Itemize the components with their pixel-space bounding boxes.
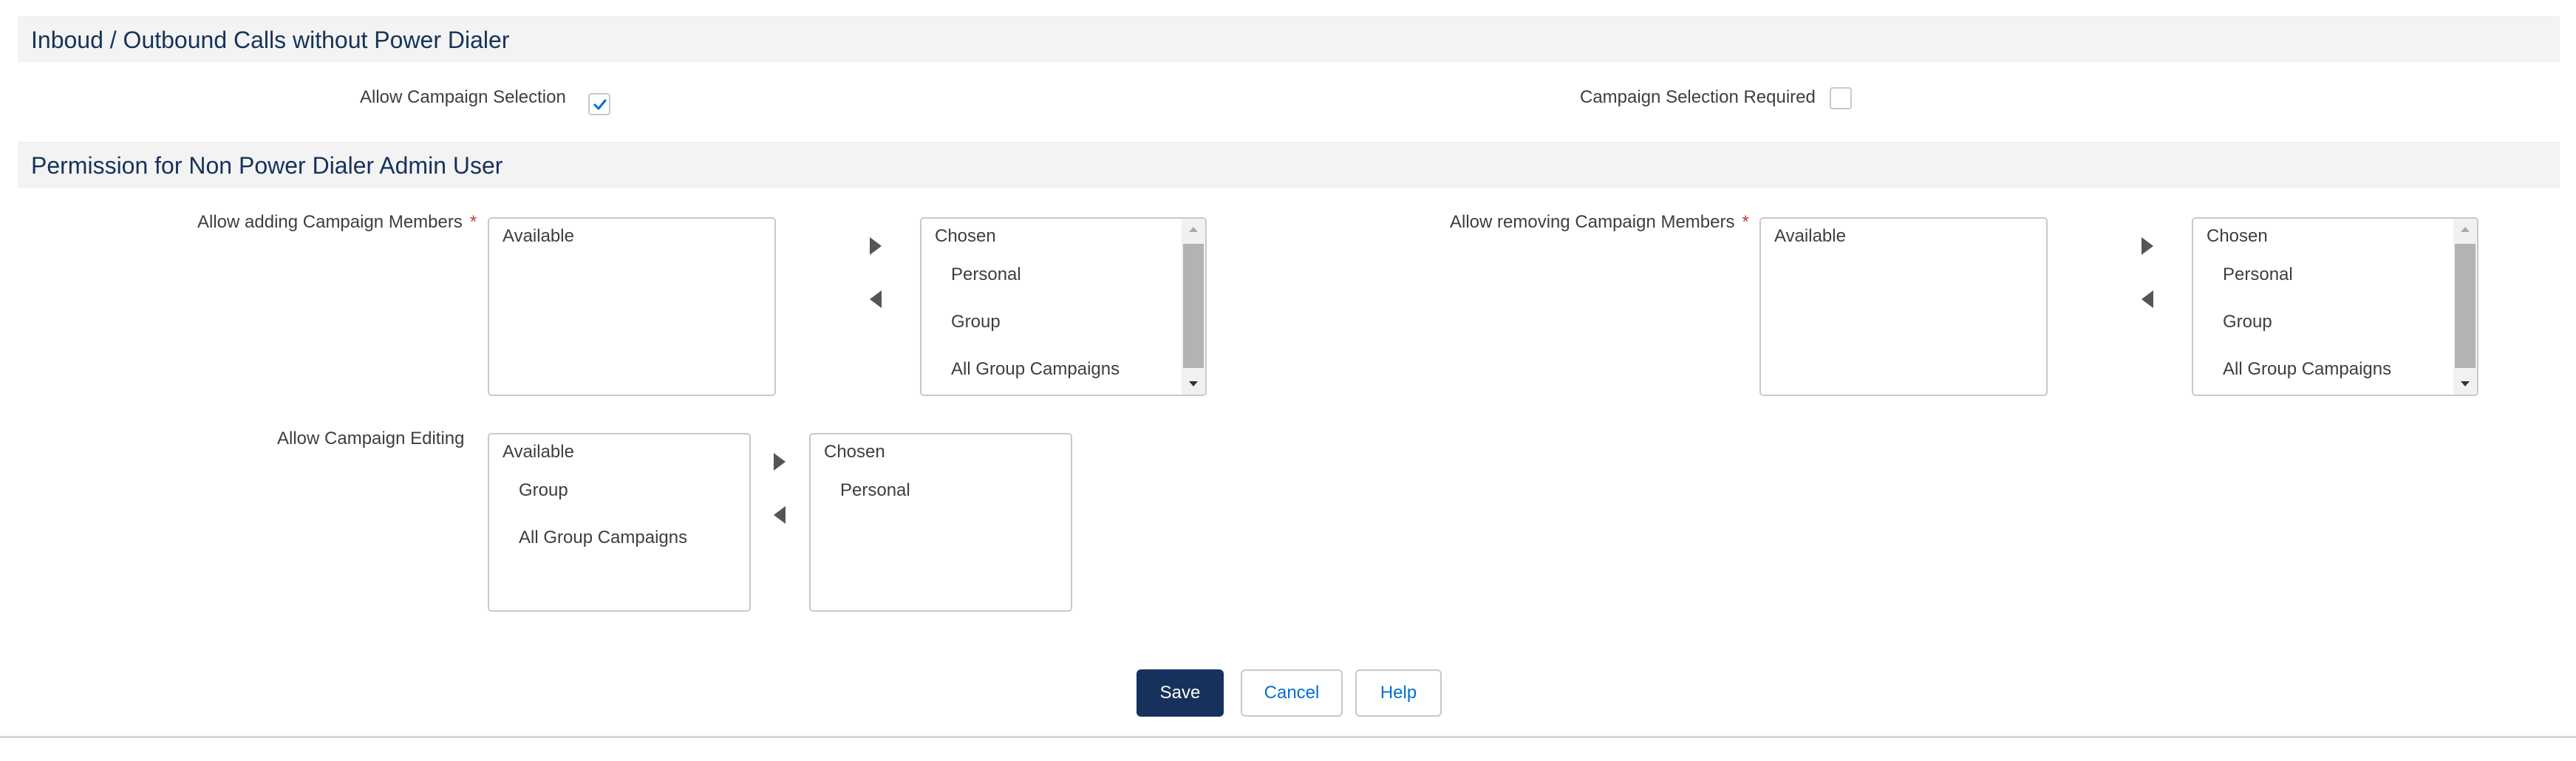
section-title-permission: Permission for Non Power Dialer Admin Us… — [31, 152, 503, 179]
list-item[interactable]: All Group Campaigns — [2223, 359, 2391, 380]
allow-removing-label: Allow removing Campaign Members * — [1450, 212, 1749, 233]
required-mark: * — [469, 212, 477, 232]
allow-removing-label-text: Allow removing Campaign Members — [1450, 212, 1735, 232]
listbox-title: Available — [1774, 226, 1846, 246]
adding-chosen-listbox[interactable]: Chosen Personal Group All Group Campaign… — [920, 217, 1207, 396]
checkmark-icon — [593, 99, 607, 110]
adding-available-listbox[interactable]: Available — [488, 217, 776, 396]
scroll-down-icon[interactable] — [2453, 377, 2477, 392]
list-item[interactable]: Group — [519, 480, 568, 501]
move-right-arrow-icon[interactable] — [870, 237, 882, 255]
bottom-divider — [0, 736, 2576, 738]
removing-available-listbox[interactable]: Available — [1759, 217, 2048, 396]
listbox-title: Chosen — [824, 442, 885, 462]
allow-adding-label: Allow adding Campaign Members * — [197, 212, 477, 233]
move-left-arrow-icon[interactable] — [774, 506, 786, 524]
scroll-up-icon[interactable] — [2453, 222, 2477, 236]
section-header-permission: Permission for Non Power Dialer Admin Us… — [18, 142, 2560, 188]
list-item[interactable]: All Group Campaigns — [519, 528, 687, 548]
editing-available-listbox[interactable]: Available Group All Group Campaigns — [488, 433, 751, 612]
required-mark: * — [1742, 212, 1749, 232]
removing-chosen-listbox[interactable]: Chosen Personal Group All Group Campaign… — [2192, 217, 2478, 396]
editing-chosen-listbox[interactable]: Chosen Personal — [809, 433, 1072, 612]
cancel-button[interactable]: Cancel — [1241, 669, 1343, 717]
allow-campaign-selection-label: Allow Campaign Selection — [360, 87, 566, 107]
list-item[interactable]: Personal — [840, 480, 910, 501]
list-item[interactable]: Personal — [951, 265, 1021, 285]
listbox-title: Available — [502, 442, 574, 462]
save-button[interactable]: Save — [1137, 669, 1224, 717]
campaign-selection-required-checkbox[interactable] — [1830, 87, 1852, 109]
scroll-down-icon[interactable] — [1182, 377, 1205, 392]
scroll-thumb[interactable] — [1183, 244, 1204, 368]
list-item[interactable]: All Group Campaigns — [951, 359, 1120, 380]
scrollbar[interactable] — [2453, 219, 2477, 395]
section-header-inbound: Inboud / Outbound Calls without Power Di… — [18, 16, 2560, 62]
scroll-thumb[interactable] — [2455, 244, 2476, 368]
list-item[interactable]: Personal — [2223, 265, 2293, 285]
campaign-selection-required-label: Campaign Selection Required — [1580, 87, 1816, 107]
listbox-title: Chosen — [935, 226, 996, 246]
help-button[interactable]: Help — [1355, 669, 1442, 717]
scrollbar[interactable] — [1182, 219, 1205, 395]
move-right-arrow-icon[interactable] — [774, 453, 786, 471]
move-left-arrow-icon[interactable] — [870, 290, 882, 308]
list-item[interactable]: Group — [2223, 312, 2272, 332]
listbox-title: Chosen — [2207, 226, 2268, 246]
allow-campaign-selection-checkbox[interactable] — [588, 93, 610, 115]
move-right-arrow-icon[interactable] — [2141, 237, 2153, 255]
section-title-inbound: Inboud / Outbound Calls without Power Di… — [31, 27, 510, 53]
list-item[interactable]: Group — [951, 312, 1001, 332]
scroll-up-icon[interactable] — [1182, 222, 1205, 236]
allow-editing-label: Allow Campaign Editing — [277, 429, 465, 448]
move-left-arrow-icon[interactable] — [2141, 290, 2153, 308]
listbox-title: Available — [502, 226, 574, 246]
allow-adding-label-text: Allow adding Campaign Members — [197, 212, 463, 232]
